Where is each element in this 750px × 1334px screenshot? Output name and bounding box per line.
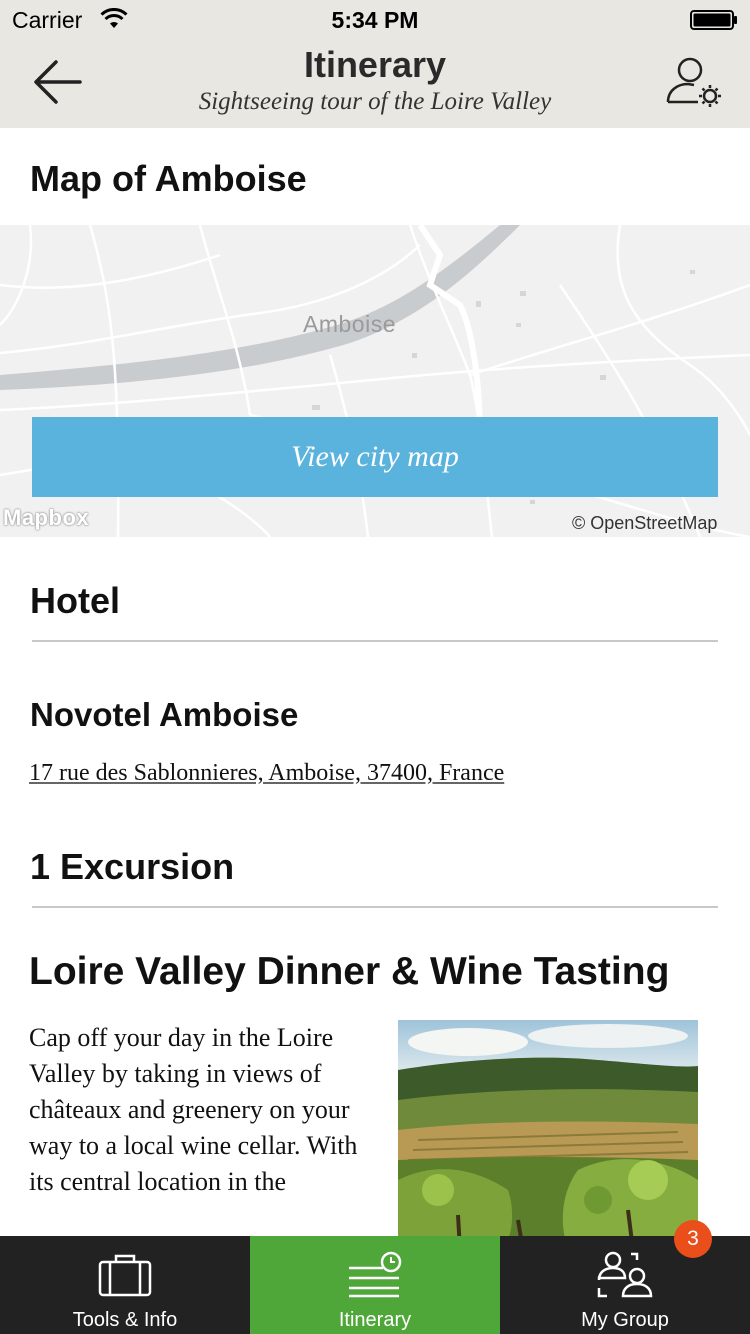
- page-title: Itinerary: [303, 44, 447, 85]
- clock-label: 5:34 PM: [331, 7, 419, 33]
- view-city-map-button[interactable]: View city map: [32, 417, 718, 497]
- tab-label: Itinerary: [338, 1309, 412, 1331]
- city-map[interactable]: Amboise View city map Mapbox © OpenStree…: [0, 225, 750, 537]
- tab-label: Tools & Info: [72, 1309, 178, 1331]
- navigation-bar: Itinerary Sightseeing tour of the Loire …: [0, 40, 750, 128]
- tab-my-group[interactable]: My Group: [500, 1236, 750, 1334]
- section-divider: [32, 640, 718, 642]
- itinerary-content[interactable]: Map of Amboise Amboise View city map Map…: [0, 128, 750, 1236]
- tab-label: My Group: [581, 1309, 669, 1331]
- tab-tools-info[interactable]: Tools & Info: [0, 1236, 250, 1334]
- hotel-name: Novotel Amboise: [30, 696, 299, 733]
- suitcase-icon: [98, 1254, 152, 1297]
- user-settings-icon: [666, 57, 721, 107]
- vineyard-landscape-image: [398, 1020, 698, 1236]
- tab-bar: Tools & Info Itinerary My Group: [0, 1236, 750, 1334]
- group-notification-badge: 3: [674, 1220, 712, 1258]
- profile-settings-button[interactable]: [662, 52, 726, 112]
- map-section-heading: Map of Amboise: [30, 158, 307, 199]
- itinerary-clock-icon: [349, 1251, 402, 1298]
- excursion-description: Cap off your day in the Loire Valley by …: [29, 1023, 358, 1196]
- hotel-address-link[interactable]: 17 rue des Sablonnieres, Amboise, 37400,…: [29, 760, 504, 787]
- map-city-label: Amboise: [303, 311, 396, 337]
- mapbox-logo[interactable]: Mapbox: [3, 505, 89, 531]
- section-divider: [32, 906, 718, 908]
- page-subtitle: Sightseeing tour of the Loire Valley: [198, 88, 552, 115]
- hotel-section-heading: Hotel: [30, 580, 120, 621]
- excursion-section-heading: 1 Excursion: [30, 846, 235, 887]
- excursion-title[interactable]: Loire Valley Dinner & Wine Tasting: [29, 950, 669, 994]
- battery-icon: [690, 10, 737, 30]
- group-icon: [597, 1251, 653, 1298]
- status-bar: Carrier 5:34 PM: [0, 0, 750, 40]
- tab-itinerary[interactable]: Itinerary: [250, 1236, 500, 1334]
- excursion-photo[interactable]: [398, 1020, 698, 1236]
- map-attribution-link[interactable]: © OpenStreetMap: [572, 513, 717, 534]
